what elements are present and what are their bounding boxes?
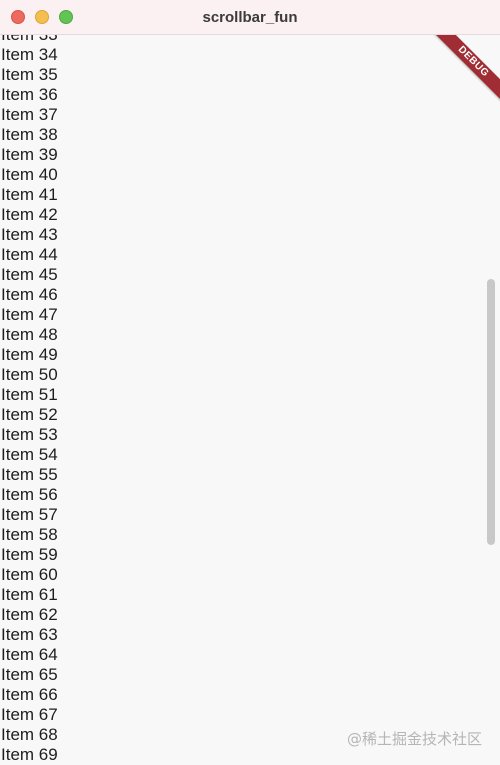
list-item[interactable]: Item 68 xyxy=(0,725,58,745)
list-item[interactable]: Item 42 xyxy=(0,205,58,225)
list-item[interactable]: Item 35 xyxy=(0,65,58,85)
list-item[interactable]: Item 60 xyxy=(0,565,58,585)
title-bar[interactable]: scrollbar_fun xyxy=(0,0,500,35)
list-item[interactable]: Item 54 xyxy=(0,445,58,465)
window-title: scrollbar_fun xyxy=(202,9,298,26)
list-item[interactable]: Item 36 xyxy=(0,85,58,105)
list-item[interactable]: Item 61 xyxy=(0,585,58,605)
list-item[interactable]: Item 49 xyxy=(0,345,58,365)
list-item[interactable]: Item 45 xyxy=(0,265,58,285)
list-item[interactable]: Item 53 xyxy=(0,425,58,445)
list-item[interactable]: Item 62 xyxy=(0,605,58,625)
watermark-text: @稀土掘金技术社区 xyxy=(346,730,482,748)
list-item[interactable]: Item 59 xyxy=(0,545,58,565)
list-item[interactable]: Item 63 xyxy=(0,625,58,645)
list-item[interactable]: Item 37 xyxy=(0,105,58,125)
list-item[interactable]: Item 55 xyxy=(0,465,58,485)
list-item[interactable]: Item 47 xyxy=(0,305,58,325)
list-item[interactable]: Item 64 xyxy=(0,645,58,665)
list-item[interactable]: Item 40 xyxy=(0,165,58,185)
list-item[interactable]: Item 65 xyxy=(0,665,58,685)
list-item[interactable]: Item 33 xyxy=(0,35,58,45)
app-window: scrollbar_fun Item 33Item 34Item 35Item … xyxy=(0,0,500,765)
scrollbar-thumb[interactable] xyxy=(487,279,495,545)
list-item[interactable]: Item 67 xyxy=(0,705,58,725)
list-item[interactable]: Item 57 xyxy=(0,505,58,525)
list-item[interactable]: Item 48 xyxy=(0,325,58,345)
list-item[interactable]: Item 58 xyxy=(0,525,58,545)
list-item[interactable]: Item 44 xyxy=(0,245,58,265)
list-item[interactable]: Item 50 xyxy=(0,365,58,385)
list-item[interactable]: Item 52 xyxy=(0,405,58,425)
list-item[interactable]: Item 41 xyxy=(0,185,58,205)
list-item[interactable]: Item 34 xyxy=(0,45,58,65)
list-item[interactable]: Item 66 xyxy=(0,685,58,705)
list-item[interactable]: Item 46 xyxy=(0,285,58,305)
list-item[interactable]: Item 38 xyxy=(0,125,58,145)
item-list[interactable]: Item 33Item 34Item 35Item 36Item 37Item … xyxy=(0,35,58,765)
scroll-view[interactable]: Item 33Item 34Item 35Item 36Item 37Item … xyxy=(0,35,500,765)
list-item[interactable]: Item 51 xyxy=(0,385,58,405)
list-item[interactable]: Item 69 xyxy=(0,745,58,765)
list-item[interactable]: Item 43 xyxy=(0,225,58,245)
list-item[interactable]: Item 39 xyxy=(0,145,58,165)
list-item[interactable]: Item 56 xyxy=(0,485,58,505)
